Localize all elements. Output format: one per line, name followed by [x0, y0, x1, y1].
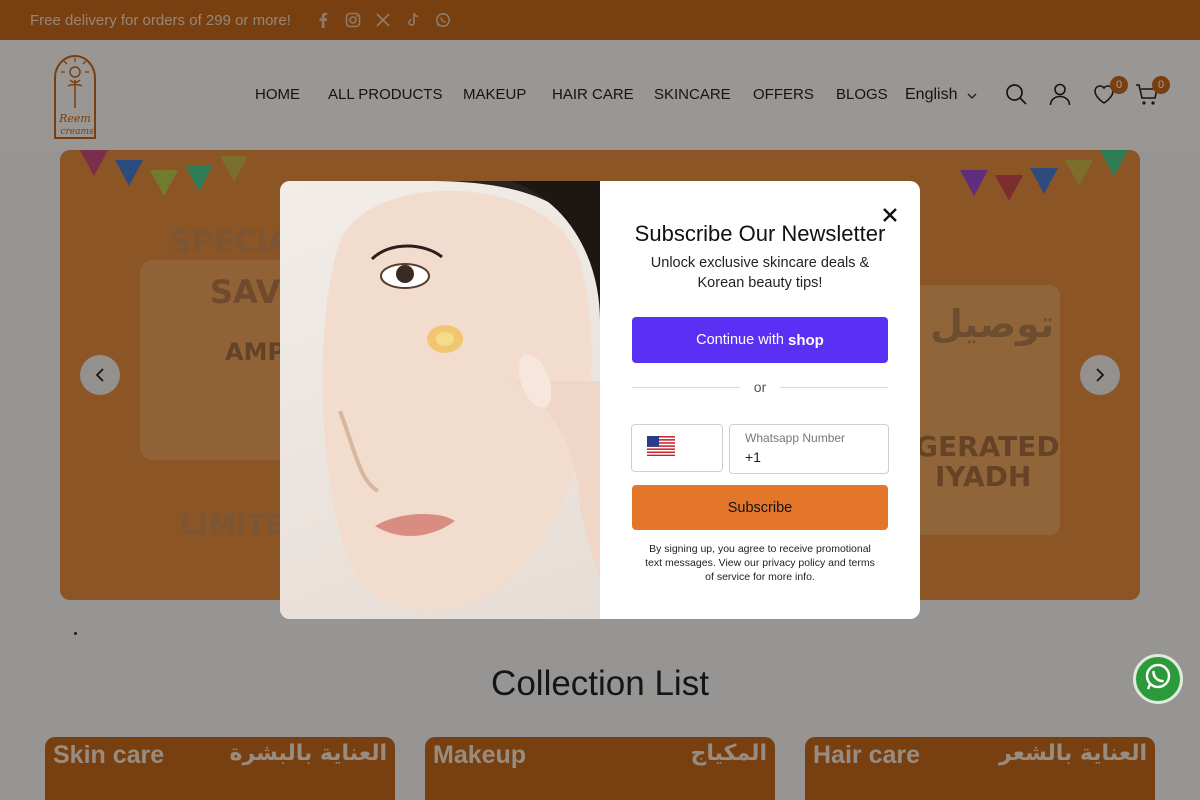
- or-text: or: [753, 379, 767, 395]
- country-code-select[interactable]: [631, 424, 723, 472]
- shop-button-prefix: Continue with: [696, 332, 784, 348]
- subscribe-button[interactable]: Subscribe: [632, 485, 888, 530]
- phone-field-label: Whatsapp Number: [745, 431, 846, 445]
- us-flag-icon: [647, 435, 675, 461]
- newsletter-modal: Subscribe Our Newsletter Unlock exclusiv…: [280, 181, 920, 619]
- continue-with-shop-button[interactable]: Continue with shop: [632, 317, 888, 363]
- newsletter-form: Subscribe Our Newsletter Unlock exclusiv…: [600, 181, 920, 619]
- whatsapp-number-input[interactable]: Whatsapp Number +1: [729, 424, 889, 474]
- shop-brand-logo: shop: [788, 331, 824, 349]
- model-photo: [280, 181, 600, 619]
- phone-field-value: +1: [745, 449, 761, 465]
- or-divider: or: [632, 377, 889, 397]
- modal-title: Subscribe Our Newsletter: [634, 221, 886, 246]
- whatsapp-chat-button[interactable]: [1133, 654, 1183, 704]
- modal-subtitle: Unlock exclusive skincare deals & Korean…: [650, 255, 870, 291]
- whatsapp-icon: [1143, 662, 1173, 697]
- legal-disclaimer: By signing up, you agree to receive prom…: [645, 543, 875, 583]
